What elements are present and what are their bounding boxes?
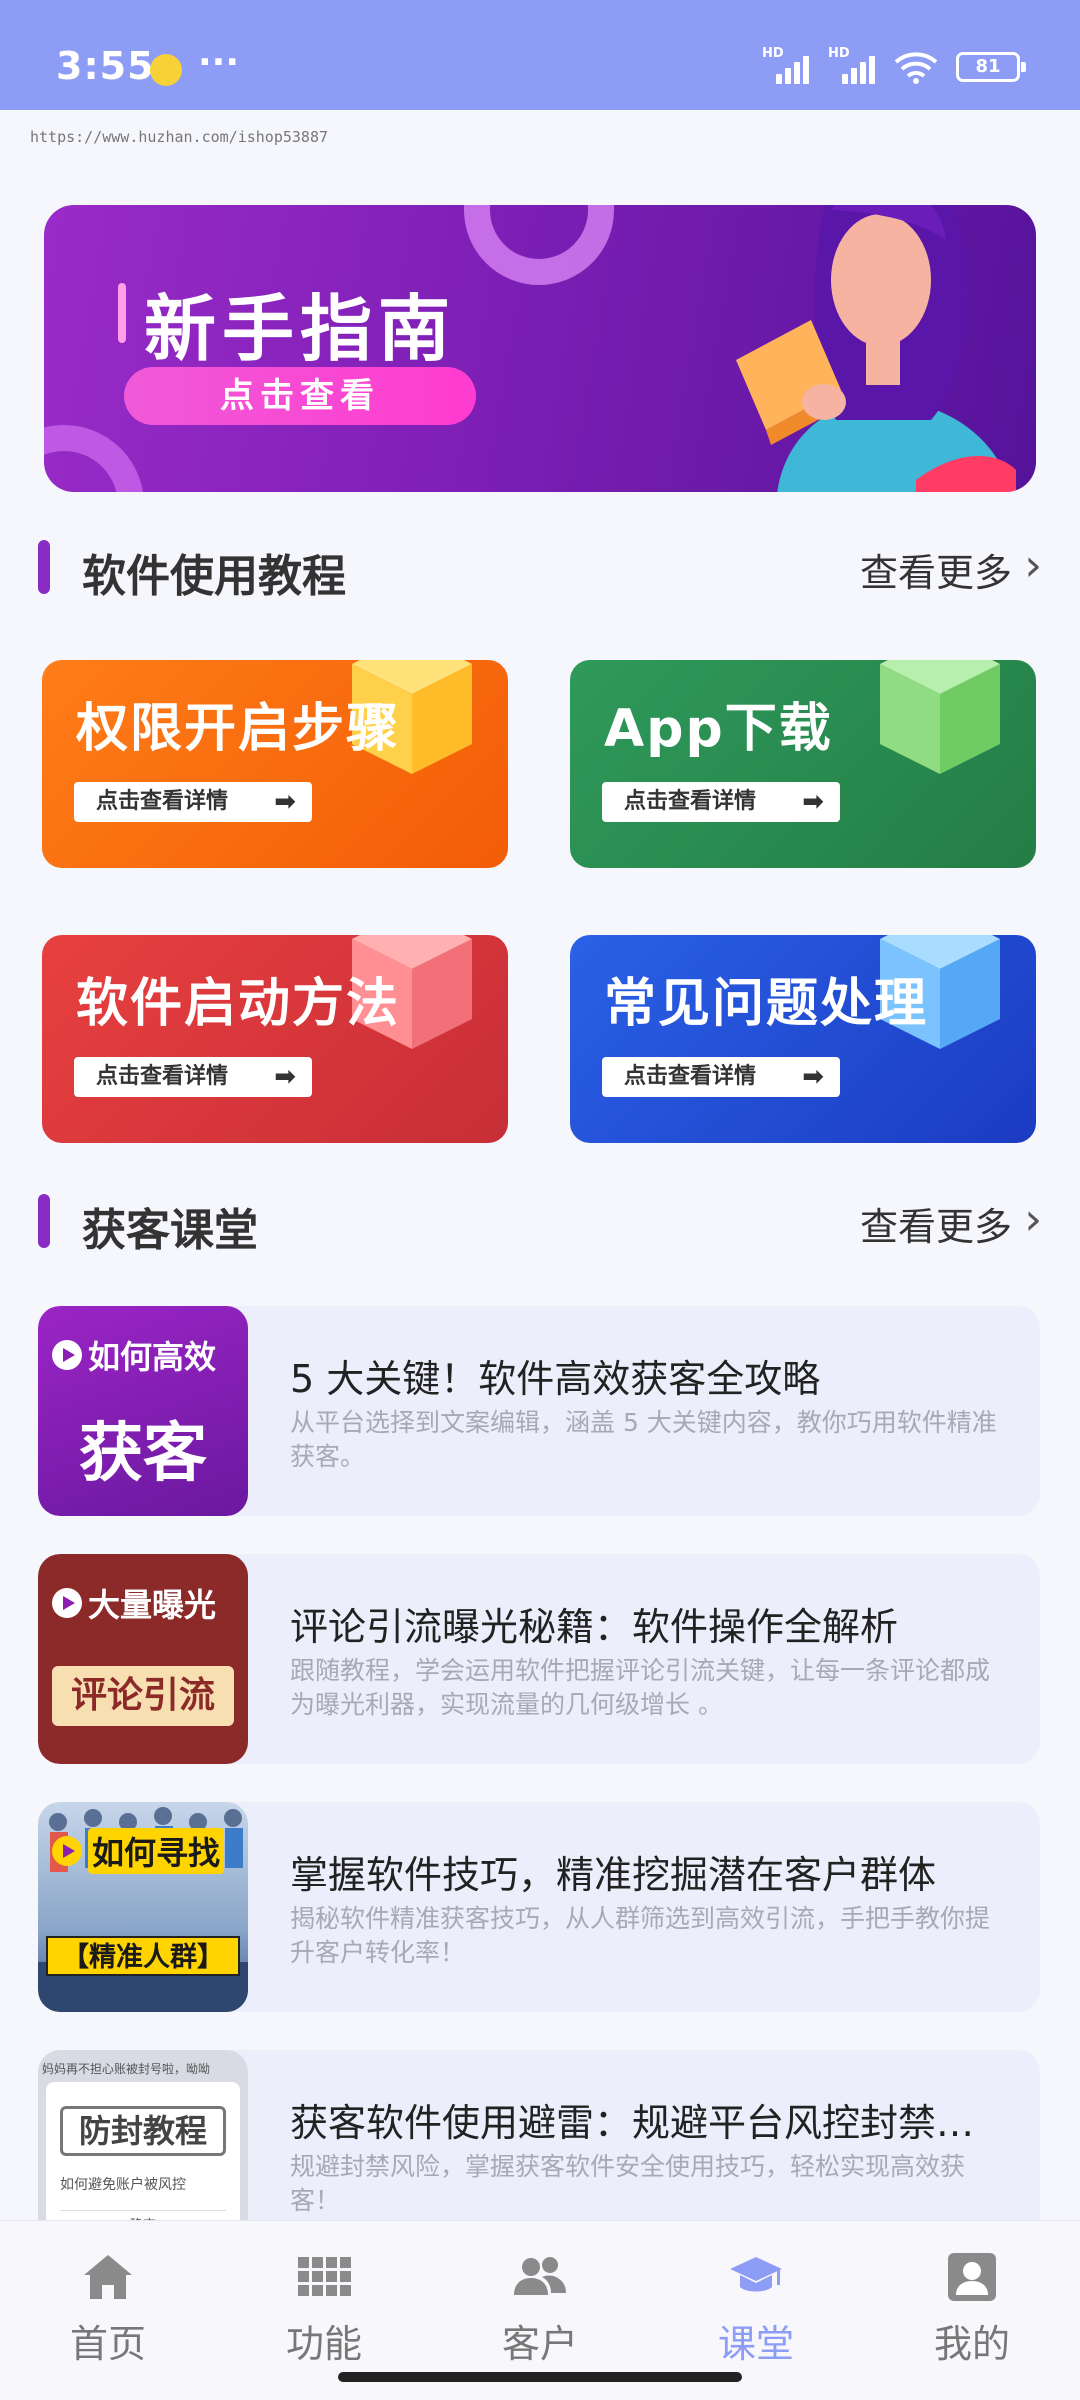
arrow-right-icon: ➡ xyxy=(802,1062,824,1092)
course-description: 揭秘软件精准获客技巧，从人群筛选到高效引流，手把手教你提升客户转化率！ xyxy=(290,1904,991,1967)
course-title: 获客软件使用避雷：规避平台风控封禁… xyxy=(290,2101,975,2145)
card-detail-label: 点击查看详情 xyxy=(96,789,229,814)
arrow-right-icon: ➡ xyxy=(802,787,824,817)
profile-icon xyxy=(948,2253,996,2301)
play-icon xyxy=(52,1836,82,1866)
nav-customers[interactable]: 客户 xyxy=(432,2249,648,2368)
cube-icon xyxy=(880,660,1000,774)
card-title: 软件启动方法 xyxy=(76,974,401,1034)
reading-woman-illustration xyxy=(736,205,1016,492)
see-more-link[interactable]: 查看更多 xyxy=(860,1196,1012,1251)
card-detail-label: 点击查看详情 xyxy=(624,1064,757,1089)
thumb-header: 如何高效 xyxy=(38,1306,248,1396)
decor-ring xyxy=(44,425,144,492)
card-title: 权限开启步骤 xyxy=(76,699,401,759)
nav-functions[interactable]: 功能 xyxy=(216,2249,432,2368)
section-title: 软件使用教程 xyxy=(82,551,346,602)
thumb-main-text: 获客 xyxy=(79,1417,207,1491)
section-title: 获客课堂 xyxy=(82,1205,258,1256)
signal-icon-2: HD xyxy=(828,46,876,84)
card-detail-label: 点击查看详情 xyxy=(96,1064,229,1089)
thumb-caption: 如何寻找 xyxy=(88,1828,225,1874)
course-description: 从平台选择到文案编辑，涵盖 5 大关键内容，教你巧用软件精准获客。 xyxy=(290,1408,997,1471)
thumb-main-text: 防封教程 xyxy=(60,2106,226,2156)
section-accent-bar xyxy=(38,1194,50,1248)
play-icon xyxy=(52,1340,82,1370)
decor-ring xyxy=(464,205,614,285)
tutorial-card-permissions[interactable]: 权限开启步骤 点击查看详情 ➡ xyxy=(42,660,508,868)
beginner-guide-banner[interactable]: 新手指南 点击查看 xyxy=(44,205,1036,492)
home-indicator[interactable] xyxy=(338,2372,742,2382)
thumb-caption: 大量曝光 xyxy=(88,1586,217,1624)
course-title: 5 大关键！软件高效获客全攻略 xyxy=(290,1357,821,1401)
signal-hd-label-2: HD xyxy=(828,46,850,61)
tutorial-card-app-download[interactable]: App下载 点击查看详情 ➡ xyxy=(570,660,1036,868)
battery-icon: 81 xyxy=(956,52,1026,82)
course-description: 跟随教程，学会运用软件把握评论引流关键，让每一条评论都成为曝光利器，实现流量的几… xyxy=(290,1656,991,1719)
thumb-caption: 妈妈再不担心账被封号啦，呦呦 xyxy=(42,2062,211,2076)
card-detail-link[interactable]: 点击查看详情 ➡ xyxy=(74,782,312,822)
notification-app-icon xyxy=(150,54,182,86)
course-description: 规避封禁风险，掌握获客软件安全使用技巧，轻松实现高效获客！ xyxy=(290,2152,966,2215)
status-time: 3:55 xyxy=(56,44,155,88)
card-title: 常见问题处理 xyxy=(604,974,929,1034)
thumb-header: 大量曝光 xyxy=(38,1554,248,1644)
more-notifications-icon: ··· xyxy=(198,42,240,83)
arrow-right-icon: ➡ xyxy=(274,787,296,817)
watermark-url: https://www.huzhan.com/ishop53887 xyxy=(30,128,329,146)
card-detail-label: 点击查看详情 xyxy=(624,789,757,814)
status-icons: HD HD 81 xyxy=(762,46,1026,84)
thumb-main-text: 【精准人群】 xyxy=(46,1936,240,1976)
banner-title: 新手指南 xyxy=(144,287,457,371)
see-more-link[interactable]: 查看更多 xyxy=(860,542,1012,597)
status-bar: 3:55 ··· HD HD 81 xyxy=(0,0,1080,110)
home-icon xyxy=(84,2255,132,2299)
course-item[interactable]: 如何寻找 【精准人群】 掌握软件技巧，精准挖掘潜在客户群体 揭秘软件精准获客技巧… xyxy=(38,1802,1040,2012)
signal-icon: HD xyxy=(762,46,810,84)
chevron-right-icon[interactable]: › xyxy=(1024,1194,1042,1245)
grid-icon xyxy=(298,2257,351,2296)
card-title: App下载 xyxy=(604,699,833,759)
card-detail-link[interactable]: 点击查看详情 ➡ xyxy=(602,1057,840,1097)
tutorial-card-faq[interactable]: 常见问题处理 点击查看详情 ➡ xyxy=(570,935,1036,1143)
graduation-cap-icon xyxy=(730,2257,782,2292)
card-detail-link[interactable]: 点击查看详情 ➡ xyxy=(602,782,840,822)
banner-view-button[interactable]: 点击查看 xyxy=(124,367,476,425)
chevron-right-icon[interactable]: › xyxy=(1024,540,1042,591)
section-accent-bar xyxy=(38,540,50,594)
nav-home[interactable]: 首页 xyxy=(0,2249,216,2368)
tutorial-section-header: 软件使用教程 查看更多 › xyxy=(38,532,1042,602)
course-item[interactable]: 如何高效 获客 5 大关键！软件高效获客全攻略 从平台选择到文案编辑，涵盖 5 … xyxy=(38,1306,1040,1516)
tutorial-card-launch-method[interactable]: 软件启动方法 点击查看详情 ➡ xyxy=(42,935,508,1143)
users-icon xyxy=(514,2257,566,2295)
course-thumbnail: 如何高效 获客 xyxy=(38,1306,248,1516)
app-screen: 3:55 ··· HD HD 81 https://www.huzhan.com… xyxy=(0,0,1080,2400)
card-detail-link[interactable]: 点击查看详情 ➡ xyxy=(74,1057,312,1097)
nav-label: 功能 xyxy=(285,2322,362,2366)
thumb-sub-text: 如何避免账户被风控 xyxy=(60,2177,186,2193)
course-title: 评论引流曝光秘籍：软件操作全解析 xyxy=(290,1605,899,1649)
nav-label: 我的 xyxy=(933,2322,1010,2366)
thumb-caption: 如何高效 xyxy=(88,1338,217,1376)
nav-classroom[interactable]: 课堂 xyxy=(648,2249,864,2368)
thumb-main-text: 评论引流 xyxy=(52,1666,234,1726)
class-section-header: 获客课堂 查看更多 › xyxy=(38,1186,1042,1256)
course-item[interactable]: 大量曝光 评论引流 评论引流曝光秘籍：软件操作全解析 跟随教程，学会运用软件把握… xyxy=(38,1554,1040,1764)
wifi-icon xyxy=(894,52,938,84)
thumb-header: 如何寻找 xyxy=(38,1802,248,1892)
course-title: 掌握软件技巧，精准挖掘潜在客户群体 xyxy=(290,1853,937,1897)
nav-label: 客户 xyxy=(501,2322,578,2366)
nav-mine[interactable]: 我的 xyxy=(864,2249,1080,2368)
course-thumbnail: 大量曝光 评论引流 xyxy=(38,1554,248,1764)
nav-label: 首页 xyxy=(69,2322,146,2366)
nav-label: 课堂 xyxy=(717,2322,794,2366)
arrow-right-icon: ➡ xyxy=(274,1062,296,1092)
signal-hd-label: HD xyxy=(762,46,784,61)
course-thumbnail: 如何寻找 【精准人群】 xyxy=(38,1802,248,2012)
play-icon xyxy=(52,1588,82,1618)
title-accent-bar xyxy=(118,283,126,343)
